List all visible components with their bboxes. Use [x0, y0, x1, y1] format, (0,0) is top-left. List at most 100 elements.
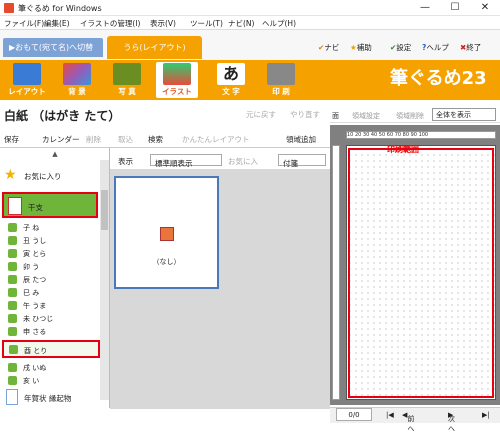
folder-icon — [8, 275, 17, 284]
list-item-label: 卯 う — [23, 263, 40, 271]
area-settings-button[interactable]: 領域設定 — [352, 111, 380, 121]
order-value: 標準順表示 — [155, 159, 193, 168]
settei-link[interactable]: ✔設定 — [390, 42, 411, 53]
folder-icon — [8, 327, 17, 336]
prev-label: 前へ — [407, 415, 415, 433]
view-label: 表示 — [118, 157, 133, 166]
list-item[interactable]: 卯 う — [6, 260, 96, 273]
tree-scrollbar[interactable] — [100, 160, 109, 400]
nenga-label: 年賀状 縁起物 — [24, 394, 72, 403]
tree-nenga-folder[interactable]: 年賀状 縁起物 — [2, 388, 98, 408]
ribbon-photo-label: 写 真 — [118, 87, 136, 96]
tab-omote-switch[interactable]: ▶おもて(宛て名)へ切替 — [3, 38, 103, 57]
save-button[interactable]: 保存 — [4, 134, 19, 145]
easy-layout-button[interactable]: かんたんレイアウト — [182, 134, 250, 145]
photo-icon — [113, 63, 141, 85]
ribbon-photo-button[interactable]: 写 真 — [106, 62, 148, 98]
scrollbar-thumb[interactable] — [101, 190, 108, 230]
menu-bar: ファイル(F) 編集(E) イラストの管理(I) 表示(V) ツール(T) ナビ… — [0, 16, 500, 30]
menu-navi[interactable]: ナビ(N) — [228, 18, 254, 29]
menu-file[interactable]: ファイル(F) — [4, 18, 44, 29]
nenga-card-icon — [6, 389, 18, 405]
list-item-label: 巳 み — [23, 289, 40, 297]
ribbon-text-button[interactable]: あ 文 字 — [210, 62, 252, 98]
navi-link[interactable]: ✔ナビ — [318, 42, 339, 53]
horizontal-ruler: 10 20 30 40 50 60 70 80 90 100 — [346, 131, 496, 139]
tree-favorites[interactable]: ★ お気に入り — [2, 165, 97, 187]
zoom-value: 全体を表示 — [436, 111, 471, 119]
next-button[interactable]: 次へ ▶ — [448, 411, 455, 433]
add-area-button[interactable]: 領域追加 — [286, 134, 316, 145]
menu-tools[interactable]: ツール(T) — [190, 18, 223, 29]
illust-icon — [163, 63, 191, 85]
fusen-value: 付箋 — [283, 159, 298, 168]
ribbon-background-label: 背 景 — [68, 87, 86, 96]
zoom-select[interactable]: 全体を表示 — [432, 108, 496, 121]
hojo-link[interactable]: ★補助 — [350, 42, 372, 53]
title-bar: 筆ぐるめ for Windows — ☐ ✕ — [0, 0, 500, 16]
fusen-select[interactable]: 付箋 — [278, 154, 326, 168]
favorite-filter[interactable]: お気に入 — [228, 156, 258, 167]
list-item-label: 戌 いぬ — [23, 364, 47, 372]
list-item[interactable]: 子 ね — [6, 221, 96, 234]
order-select[interactable]: 標準順表示 — [150, 154, 222, 168]
menu-illust-manage[interactable]: イラストの管理(I) — [80, 18, 140, 29]
page-title: 白紙 （はがき たて） — [4, 109, 121, 123]
ribbon-illust-button[interactable]: イラスト — [156, 62, 198, 98]
list-item[interactable]: 巳 み — [6, 286, 96, 299]
help-label: ヘルプ — [426, 43, 449, 52]
ribbon-layout-button[interactable]: レイアウト — [6, 62, 48, 98]
list-item-label: 寅 とら — [23, 250, 47, 258]
menu-view[interactable]: 表示(V) — [150, 18, 176, 29]
tree-eto-folder[interactable]: 干支 — [2, 192, 98, 218]
import-button[interactable]: 取込 — [118, 134, 133, 145]
search-button[interactable]: 検索 — [148, 134, 163, 145]
list-item[interactable]: 寅 とら — [6, 247, 96, 260]
area-delete-button[interactable]: 領域削除 — [396, 111, 424, 121]
list-item[interactable]: 申 さる — [6, 325, 96, 338]
redo-button[interactable]: やり直す — [290, 109, 320, 120]
tab-ura-layout[interactable]: うら(レイアウト) — [107, 36, 202, 59]
thumbnail-caption: （なし） — [152, 258, 181, 266]
list-item[interactable]: 戌 いぬ — [6, 361, 96, 374]
ribbon-background-button[interactable]: 背 景 — [56, 62, 98, 98]
folder-icon — [8, 223, 17, 232]
list-item-label: 午 うま — [23, 302, 47, 310]
illust-thumbnail[interactable]: （なし） — [114, 176, 219, 289]
menu-edit[interactable]: 編集(E) — [44, 18, 70, 29]
scroll-up-icon[interactable]: ▲ — [0, 150, 110, 160]
calendar-button[interactable]: カレンダー — [42, 134, 80, 145]
eto-card-icon — [8, 197, 22, 215]
exit-link[interactable]: ✖終了 — [460, 42, 481, 53]
first-page-icon[interactable]: |◀ — [386, 411, 394, 419]
ribbon-print-button[interactable]: 印 刷 — [260, 62, 302, 98]
list-item[interactable]: 丑 うし — [6, 234, 96, 247]
list-item-label: 辰 たつ — [23, 276, 47, 284]
print-range-frame — [348, 148, 494, 398]
background-icon — [63, 63, 91, 85]
maximize-button[interactable]: ☐ — [440, 0, 470, 16]
close-button[interactable]: ✕ — [470, 0, 500, 16]
delete-button[interactable]: 削除 — [86, 134, 101, 145]
list-item[interactable]: 未 ひつじ — [6, 312, 96, 325]
help-link[interactable]: ?ヘルプ — [422, 42, 449, 53]
folder-icon — [8, 301, 17, 310]
list-item[interactable]: 辰 たつ — [6, 273, 96, 286]
list-item-tori-selected[interactable]: 酉 とり — [2, 340, 100, 358]
list-item-label: 未 ひつじ — [23, 315, 54, 323]
minimize-button[interactable]: — — [410, 0, 440, 16]
last-page-icon[interactable]: ▶| — [482, 411, 490, 419]
list-item[interactable]: 亥 い — [6, 374, 96, 387]
star-icon: ★ — [4, 167, 17, 183]
list-item[interactable]: 午 うま — [6, 299, 96, 312]
list-item-label: 酉 とり — [24, 347, 48, 355]
undo-button[interactable]: 元に戻す — [246, 109, 276, 120]
ribbon-text-label: 文 字 — [222, 87, 240, 96]
folder-icon — [8, 236, 17, 245]
favorites-label: お気に入り — [24, 172, 62, 181]
menu-help[interactable]: ヘルプ(H) — [262, 18, 296, 29]
folder-icon — [8, 288, 17, 297]
app-icon — [4, 3, 14, 13]
vertical-ruler — [332, 145, 340, 400]
prev-button[interactable]: ◀ 前へ — [402, 411, 414, 433]
